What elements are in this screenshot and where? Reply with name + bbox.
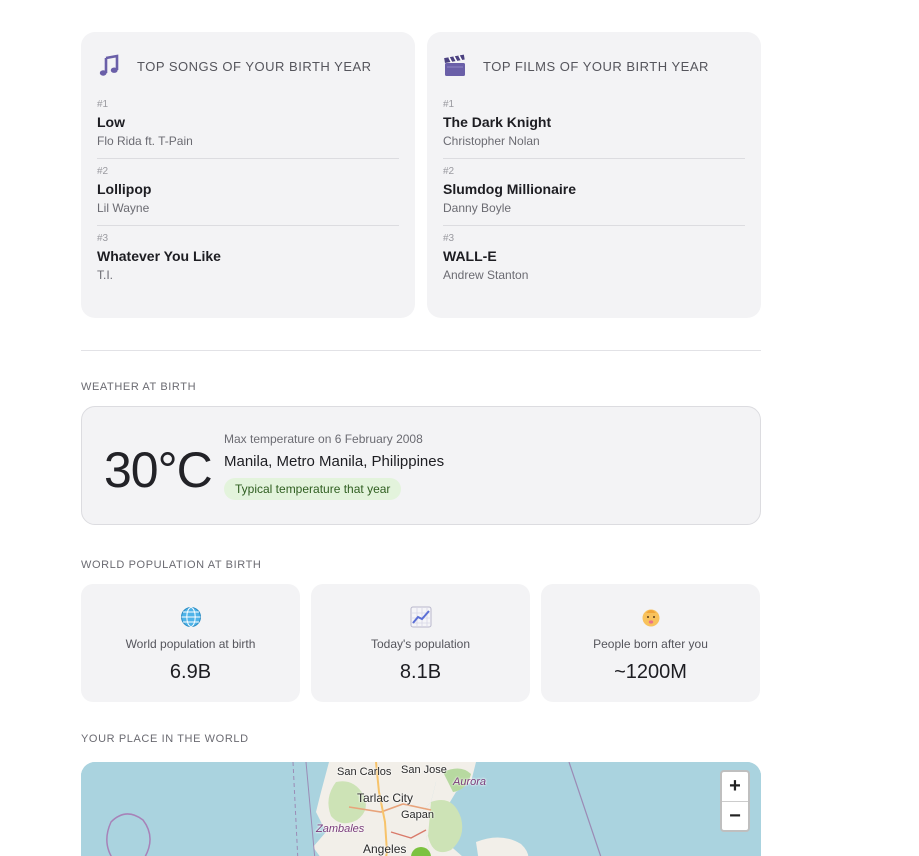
population-card: World population at birth 6.9B [81, 584, 300, 702]
film-title: The Dark Knight [443, 114, 552, 130]
music-note-icon [97, 54, 121, 78]
map-place-label: Zambales [316, 823, 365, 835]
song-item: #1 Low Flo Rida ft. T-Pain [97, 92, 399, 159]
weather-status-badge: Typical temperature that year [224, 478, 402, 500]
song-rank: #1 [97, 99, 109, 110]
globe-icon [81, 605, 300, 629]
film-director: Danny Boyle [443, 201, 512, 215]
top-films-title: TOP FILMS OF YOUR BIRTH YEAR [483, 58, 709, 74]
top-songs-card: TOP SONGS OF YOUR BIRTH YEAR #1 Low Flo … [81, 32, 415, 318]
film-rank: #2 [443, 166, 455, 177]
page-content: TOP SONGS OF YOUR BIRTH YEAR #1 Low Flo … [81, 32, 761, 745]
population-value: ~1200M [614, 661, 687, 683]
population-label: World population at birth [125, 637, 256, 651]
song-rank: #3 [97, 233, 109, 244]
film-rank: #3 [443, 233, 455, 244]
location-map[interactable]: San Carlos San Jose Aurora Tarlac City G… [81, 762, 761, 856]
song-rank: #2 [97, 166, 109, 177]
top-films-card: TOP FILMS OF YOUR BIRTH YEAR #1 The Dark… [427, 32, 761, 318]
population-card: Today's population 8.1B [311, 584, 530, 702]
zoom-out-button[interactable]: − [722, 801, 748, 830]
song-artist: T.I. [97, 268, 114, 282]
song-item: #3 Whatever You Like T.I. [97, 226, 399, 292]
song-artist: Lil Wayne [97, 201, 150, 215]
map-place-label: Angeles [363, 842, 407, 856]
song-title: Low [97, 114, 125, 130]
map-place-label: Aurora [453, 776, 487, 788]
chart-increasing-icon [311, 605, 530, 629]
song-artist: Flo Rida ft. T-Pain [97, 134, 193, 148]
map-place-label: San Jose [401, 764, 447, 776]
population-section-label: WORLD POPULATION AT BIRTH [81, 559, 262, 571]
section-divider [81, 350, 761, 351]
weather-location: Manila, Metro Manila, Philippines [224, 453, 445, 470]
map-place-label: San Carlos [337, 766, 392, 778]
weather-info: Max temperature on 6 February 2008 Manil… [224, 431, 444, 500]
zoom-in-button[interactable]: + [722, 772, 748, 801]
population-value: 6.9B [169, 661, 212, 683]
population-label: Today's population [370, 637, 471, 651]
population-card: People born after you ~1200M [541, 584, 760, 702]
map-place-label: Tarlac City [357, 791, 414, 805]
weather-temperature: 30°C [104, 442, 213, 498]
weather-card: 30°C Max temperature on 6 February 2008 … [81, 406, 761, 525]
film-title: WALL-E [443, 248, 497, 264]
baby-icon [541, 605, 760, 629]
film-rank: #1 [443, 99, 455, 110]
song-title: Lollipop [97, 181, 152, 197]
song-title: Whatever You Like [97, 248, 221, 264]
map-section-label: YOUR PLACE IN THE WORLD [81, 733, 249, 745]
film-item: #3 WALL-E Andrew Stanton [443, 226, 745, 292]
film-director: Christopher Nolan [443, 134, 540, 148]
population-row: World population at birth 6.9B Today's p… [81, 584, 761, 702]
top-songs-title: TOP SONGS OF YOUR BIRTH YEAR [137, 58, 372, 74]
population-label: People born after you [593, 637, 708, 651]
weather-description: Max temperature on 6 February 2008 [224, 432, 423, 446]
weather-section-label: WEATHER AT BIRTH [81, 381, 197, 393]
film-title: Slumdog Millionaire [443, 181, 577, 197]
population-value: 8.1B [399, 661, 442, 683]
film-item: #1 The Dark Knight Christopher Nolan [443, 92, 745, 159]
film-item: #2 Slumdog Millionaire Danny Boyle [443, 159, 745, 226]
clapperboard-icon [443, 54, 467, 78]
film-director: Andrew Stanton [443, 268, 529, 282]
song-item: #2 Lollipop Lil Wayne [97, 159, 399, 226]
map-zoom-control: + − [720, 770, 750, 832]
top-lists-row: TOP SONGS OF YOUR BIRTH YEAR #1 Low Flo … [81, 32, 761, 318]
map-place-label: Gapan [401, 809, 435, 821]
